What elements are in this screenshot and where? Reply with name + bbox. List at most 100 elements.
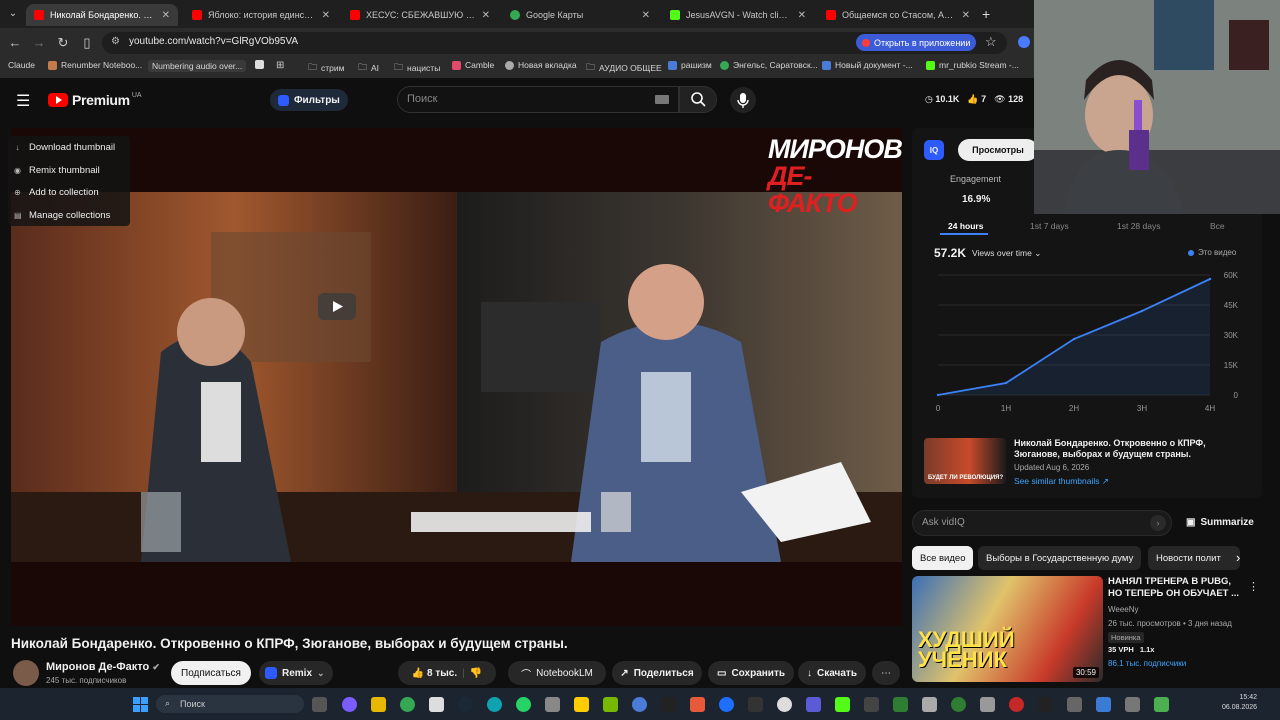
- notepad-icon[interactable]: [429, 697, 444, 712]
- bookmark-item[interactable]: Camble: [452, 60, 494, 70]
- browser-tab[interactable]: Яблоко: история единственной ✕: [184, 4, 338, 26]
- bookmark-item[interactable]: Claude: [8, 60, 35, 70]
- bookmark-item[interactable]: Новый документ -...: [822, 60, 913, 70]
- keyboard-icon[interactable]: [655, 95, 669, 104]
- bookmark-item[interactable]: Энгельс, Саратовск...: [720, 60, 818, 70]
- bookmark-item[interactable]: Numbering audio over...: [148, 60, 247, 72]
- voice-search-button[interactable]: [730, 87, 756, 113]
- app-icon[interactable]: [719, 697, 734, 712]
- app-icon[interactable]: [661, 697, 676, 712]
- recommended-title[interactable]: НАНЯЛ ТРЕНЕРА В PUBG, НО ТЕПЕРЬ ОН ОБУЧА…: [1108, 576, 1243, 600]
- range-tab-28d[interactable]: 1st 28 days: [1117, 221, 1160, 231]
- chevron-right-icon[interactable]: ›: [1236, 550, 1240, 565]
- app-icon[interactable]: [748, 697, 763, 712]
- browser-tab[interactable]: Google Карты ✕: [502, 4, 658, 26]
- system-clock[interactable]: 15:42 06.08.2026: [1222, 693, 1257, 713]
- app-icon[interactable]: [1038, 697, 1053, 712]
- video-thumbnail[interactable]: БУДЕТ ЛИ РЕВОЛЮЦИЯ?: [924, 438, 1006, 484]
- youtube-logo[interactable]: Premium UA: [48, 92, 142, 108]
- notebooklm-button[interactable]: ⌒ NotebookLM: [508, 661, 606, 685]
- browser-tab[interactable]: ХЕСУС: СБЕЖАВШУЮ ИЗ РФ ✕: [342, 4, 498, 26]
- views-over-time-select[interactable]: Views over time ⌄: [972, 248, 1041, 259]
- filters-button[interactable]: Фильтры: [270, 89, 348, 111]
- close-icon[interactable]: ✕: [798, 10, 806, 21]
- chip-elections[interactable]: Выборы в Государственную думу: [978, 546, 1142, 570]
- app-icon[interactable]: [690, 697, 705, 712]
- save-button[interactable]: ▭ Сохранить: [708, 661, 794, 685]
- steam-icon[interactable]: [458, 697, 473, 712]
- close-icon[interactable]: ✕: [642, 10, 650, 21]
- browser-tab[interactable]: Общаемся со Стасом, Ай как ✕: [818, 4, 978, 26]
- url-text[interactable]: youtube.com/watch?v=GlRgVOb95VA: [129, 36, 298, 47]
- menu-item-add-to-collection[interactable]: ⊕ Add to collection: [14, 187, 99, 198]
- range-tab-24h[interactable]: 24 hours: [948, 221, 983, 231]
- menu-icon[interactable]: ☰: [16, 91, 30, 111]
- app-icon[interactable]: [864, 697, 879, 712]
- chrome-icon[interactable]: [400, 697, 415, 712]
- menu-item-remix-thumbnail[interactable]: ◉ Remix thumbnail: [14, 165, 100, 176]
- menu-item-download-thumbnail[interactable]: ↓ Download thumbnail: [14, 142, 116, 153]
- bookmark-item[interactable]: Renumber Noteboo...: [48, 60, 142, 70]
- edge-icon[interactable]: [487, 697, 502, 712]
- nvidia-icon[interactable]: [603, 697, 618, 712]
- play-button[interactable]: [318, 293, 356, 320]
- bookmark-item[interactable]: рашизм: [668, 60, 712, 70]
- dislike-icon[interactable]: 👎: [470, 668, 482, 679]
- app-icon[interactable]: [922, 697, 937, 712]
- app-icon[interactable]: [574, 697, 589, 712]
- remix-button[interactable]: Remix ⌄: [259, 661, 333, 685]
- app-icon[interactable]: [1067, 697, 1082, 712]
- chip-politics-news[interactable]: Новости полит: [1148, 546, 1240, 570]
- summarize-button[interactable]: ▣ Summarize: [1186, 517, 1254, 528]
- profile-icon[interactable]: [1018, 36, 1030, 48]
- app-icon[interactable]: [980, 697, 995, 712]
- like-button[interactable]: 👍 8 тыс.: [412, 668, 457, 679]
- recommended-thumbnail[interactable]: ХУДШИЙ УЧЕНИК 30:59: [912, 576, 1103, 682]
- browser-tab[interactable]: Николай Бондаренко. Откровенно о КПРФ ✕: [26, 4, 178, 26]
- bookmark-folder[interactable]: 🗀 стрим: [308, 60, 344, 76]
- task-view-icon[interactable]: [312, 697, 327, 712]
- windows-start-icon[interactable]: [133, 697, 148, 712]
- range-tab-all[interactable]: Все: [1210, 221, 1225, 231]
- share-button[interactable]: ↗ Поделиться: [612, 661, 702, 685]
- browser-tab[interactable]: JesusAVGN - Watch clips on Kick ✕: [662, 4, 814, 26]
- recommended-channel[interactable]: WeeeNy: [1108, 605, 1139, 614]
- send-icon[interactable]: ›: [1150, 515, 1166, 531]
- range-tab-7d[interactable]: 1st 7 days: [1030, 221, 1069, 231]
- chatgpt-icon[interactable]: [777, 697, 792, 712]
- sidebar-toggle-icon[interactable]: ▯: [78, 34, 96, 52]
- discord-icon[interactable]: [342, 697, 357, 712]
- search-button[interactable]: [679, 86, 717, 113]
- back-icon[interactable]: ←: [6, 34, 24, 52]
- more-icon[interactable]: ⋮: [1248, 580, 1259, 593]
- site-info-icon[interactable]: ⚙: [111, 36, 120, 47]
- bookmark-folder[interactable]: 🗀 AI: [358, 60, 379, 76]
- app-icon[interactable]: [1009, 697, 1024, 712]
- xbox-icon[interactable]: [951, 697, 966, 712]
- bookmark-item[interactable]: [255, 60, 264, 69]
- bookmark-star-icon[interactable]: ☆: [985, 34, 997, 50]
- new-tab-button[interactable]: +: [982, 6, 990, 22]
- channel-name[interactable]: Миронов Де-Факто ✔: [46, 661, 160, 673]
- tab-search-icon[interactable]: ⌄: [6, 8, 20, 22]
- apps-icon[interactable]: ⊞: [276, 60, 284, 71]
- close-icon[interactable]: ✕: [162, 10, 170, 21]
- close-icon[interactable]: ✕: [482, 10, 490, 21]
- download-button[interactable]: ↓ Скачать: [798, 661, 866, 685]
- bookmark-folder[interactable]: 🗀 АУДИО ОБЩЕЕ: [586, 60, 662, 76]
- bookmark-folder[interactable]: 🗀 нацисты: [394, 60, 440, 76]
- taskbar-search[interactable]: [156, 695, 304, 713]
- whatsapp-icon[interactable]: [516, 697, 531, 712]
- forward-icon[interactable]: →: [30, 34, 48, 52]
- bookmark-item[interactable]: Новая вкладка: [505, 60, 577, 70]
- close-icon[interactable]: ✕: [322, 10, 330, 21]
- app-icon[interactable]: [1125, 697, 1140, 712]
- app-icon[interactable]: [1096, 697, 1111, 712]
- app-icon[interactable]: [806, 697, 821, 712]
- close-icon[interactable]: ✕: [962, 10, 970, 21]
- app-icon[interactable]: [632, 697, 647, 712]
- see-similar-link[interactable]: See similar thumbnails ↗: [1014, 476, 1109, 487]
- reload-icon[interactable]: ↻: [54, 34, 72, 52]
- app-icon[interactable]: [835, 697, 850, 712]
- open-in-app-button[interactable]: Открыть в приложении: [856, 34, 976, 51]
